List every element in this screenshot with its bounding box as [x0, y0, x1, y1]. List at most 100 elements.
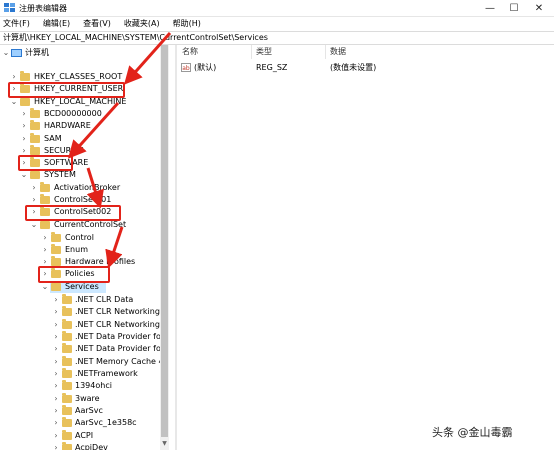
folder-icon	[30, 120, 40, 130]
chevron-right-icon[interactable]: ›	[52, 320, 60, 330]
chevron-right-icon[interactable]: ›	[30, 195, 38, 205]
tree-item-control[interactable]: › Control	[0, 232, 168, 244]
tree-label: 计算机	[25, 48, 49, 57]
column-separator[interactable]	[251, 45, 252, 59]
tree-item-activationbroker[interactable]: › ActivationBroker	[0, 182, 168, 194]
tree-item-service[interactable]: › .NET CLR Networking 4.0	[0, 319, 169, 331]
close-button[interactable]: ✕	[527, 0, 551, 16]
tree-item-service[interactable]: › .NETFramework	[0, 368, 168, 380]
tree-item-service[interactable]: › AcpiDev	[0, 442, 168, 450]
folder-icon	[51, 232, 61, 242]
tree-item-service[interactable]: › AarSvc_1e358c	[0, 417, 168, 429]
folder-icon	[30, 169, 40, 179]
chevron-down-icon[interactable]: ⌄	[10, 97, 18, 107]
address-bar[interactable]: 计算机\HKEY_LOCAL_MACHINE\SYSTEM\CurrentCon…	[0, 31, 554, 45]
tree-item-enum[interactable]: › Enum	[0, 244, 168, 256]
registry-app-icon	[4, 3, 15, 12]
tree-item-service[interactable]: › .NET Memory Cache 4.0	[0, 356, 169, 368]
chevron-right-icon[interactable]: ›	[52, 344, 60, 354]
tree-label: .NETFramework	[75, 369, 138, 378]
chevron-right-icon[interactable]: ›	[20, 134, 28, 144]
value-type: REG_SZ	[256, 63, 288, 72]
value-name: (默认)	[194, 63, 217, 72]
tree-label: 1394ohci	[75, 381, 112, 390]
chevron-right-icon[interactable]: ›	[41, 245, 49, 255]
tree-label: .NET CLR Networking 4.0	[75, 320, 169, 329]
tree-item-service[interactable]: › .NET CLR Networking	[0, 306, 168, 318]
key-tree-pane[interactable]: ⌄ 计算机 › HKEY_CLASSES_ROOT › HKEY_CURRENT…	[0, 45, 169, 450]
menu-edit[interactable]: 编辑(E)	[43, 18, 74, 30]
chevron-right-icon[interactable]: ›	[20, 121, 28, 131]
tree-label: .NET Memory Cache 4.0	[75, 357, 169, 366]
tree-item-computer[interactable]: ⌄ 计算机	[0, 47, 168, 59]
tree-item-hardware[interactable]: › HARDWARE	[0, 120, 168, 132]
chevron-right-icon[interactable]: ›	[52, 295, 60, 305]
tree-label: AarSvc_1e358c	[75, 418, 137, 427]
tree-label: HARDWARE	[44, 121, 91, 130]
chevron-right-icon[interactable]: ›	[52, 406, 60, 416]
minimize-button[interactable]: —	[478, 0, 502, 16]
highlight-box-hklm	[8, 82, 125, 98]
folder-icon	[62, 343, 72, 353]
menu-bar: 文件(F) 编辑(E) 查看(V) 收藏夹(A) 帮助(H)	[0, 17, 554, 31]
chevron-right-icon[interactable]: ›	[52, 381, 60, 391]
scrollbar-thumb[interactable]	[161, 45, 168, 437]
chevron-down-icon[interactable]: ⌄	[20, 170, 28, 180]
chevron-right-icon[interactable]: ›	[41, 233, 49, 243]
column-separator[interactable]	[325, 45, 326, 59]
menu-view[interactable]: 查看(V)	[83, 18, 115, 30]
tree-item-service[interactable]: › .NET Data Provider for S	[0, 343, 168, 355]
tree-item-service[interactable]: › 3ware	[0, 393, 168, 405]
chevron-right-icon[interactable]: ›	[52, 357, 60, 367]
column-header-data[interactable]: 数据	[330, 45, 346, 59]
value-data: (数值未设置)	[330, 63, 377, 72]
scroll-down-arrow-icon[interactable]: ▼	[160, 439, 169, 449]
chevron-down-icon[interactable]: ⌄	[41, 282, 49, 292]
tree-item-service[interactable]: › AarSvc	[0, 405, 168, 417]
chevron-right-icon[interactable]: ›	[52, 307, 60, 317]
values-pane[interactable]: 名称 类型 数据 ab (默认) REG_SZ (数值未设置)	[177, 45, 554, 450]
tree-label: SAM	[44, 134, 62, 143]
chevron-down-icon[interactable]: ⌄	[30, 220, 38, 230]
chevron-right-icon[interactable]: ›	[20, 109, 28, 119]
chevron-right-icon[interactable]: ›	[52, 332, 60, 342]
column-header-name[interactable]: 名称	[182, 45, 198, 59]
tree-item-service[interactable]: › 1394ohci	[0, 380, 168, 392]
chevron-right-icon[interactable]: ›	[10, 72, 18, 82]
menu-favorites[interactable]: 收藏夹(A)	[124, 18, 164, 30]
highlight-box-services	[38, 266, 110, 283]
tree-label: AarSvc	[75, 406, 103, 415]
column-header-type[interactable]: 类型	[256, 45, 272, 59]
folder-icon	[62, 417, 72, 427]
title-bar: 注册表编辑器 — ☐ ✕	[0, 0, 554, 17]
tree-label: Control	[65, 233, 94, 242]
menu-help[interactable]: 帮助(H)	[173, 18, 205, 30]
highlight-box-currentcontrolset	[25, 205, 121, 221]
folder-icon	[51, 256, 61, 266]
tree-label: 3ware	[75, 394, 100, 403]
chevron-down-icon[interactable]: ⌄	[2, 48, 10, 58]
tree-label: .NET Data Provider for O	[75, 332, 169, 341]
maximize-button[interactable]: ☐	[502, 0, 526, 16]
folder-icon	[62, 380, 72, 390]
tree-item-bcd[interactable]: › BCD00000000	[0, 108, 168, 120]
tree-label: AcpiDev	[75, 443, 108, 450]
chevron-right-icon[interactable]: ›	[52, 394, 60, 404]
tree-scrollbar[interactable]: ▼	[160, 45, 169, 450]
value-row-default[interactable]: ab (默认) REG_SZ (数值未设置)	[177, 62, 554, 74]
menu-file[interactable]: 文件(F)	[3, 18, 34, 30]
chevron-right-icon[interactable]: ›	[52, 418, 60, 428]
window-title: 注册表编辑器	[19, 4, 67, 13]
chevron-right-icon[interactable]: ›	[52, 431, 60, 441]
folder-icon	[62, 442, 72, 450]
chevron-right-icon[interactable]: ›	[30, 183, 38, 193]
tree-item-sam[interactable]: › SAM	[0, 133, 168, 145]
tree-item-service[interactable]: › ACPI	[0, 430, 168, 442]
folder-icon	[62, 393, 72, 403]
chevron-right-icon[interactable]: ›	[52, 369, 60, 379]
tree-item-service[interactable]: › .NET Data Provider for O	[0, 331, 169, 343]
tree-label: ACPI	[75, 431, 94, 440]
tree-item-service[interactable]: › .NET CLR Data	[0, 294, 168, 306]
tree-label: .NET CLR Networking	[75, 307, 160, 316]
chevron-right-icon[interactable]: ›	[52, 443, 60, 450]
